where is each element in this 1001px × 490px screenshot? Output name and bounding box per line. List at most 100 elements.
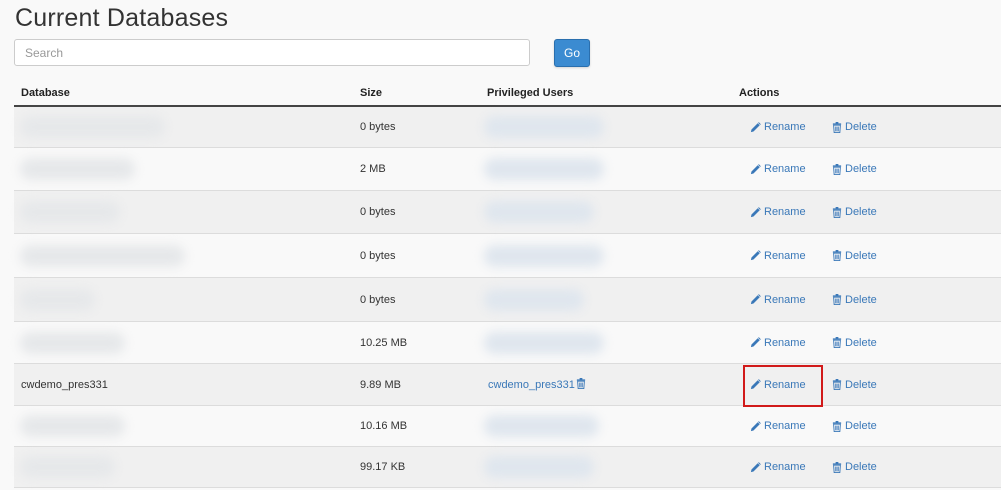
redacted-database-name [20,244,185,267]
rename-button[interactable]: Rename [750,163,806,175]
page-title: Current Databases [15,4,229,32]
trash-icon [832,379,842,390]
table-row: 10.25 MB Rename Delete [14,322,1001,364]
delete-button[interactable]: Delete [832,206,877,218]
database-size: 9.89 MB [360,378,401,391]
database-size: 0 bytes [360,293,396,306]
rename-button[interactable]: Rename [750,337,806,349]
delete-button[interactable]: Delete [832,294,877,306]
redacted-privileged-user [484,244,604,267]
pencil-icon [750,163,761,175]
rename-button[interactable]: Rename [750,379,806,391]
column-header-database[interactable]: Database [21,87,70,99]
database-size: 10.16 MB [360,420,408,432]
rename-label: Rename [764,293,806,306]
delete-label: Delete [845,461,877,473]
pencil-icon [750,250,761,261]
delete-button[interactable]: Delete [832,420,877,432]
trash-icon [832,337,842,348]
rename-button[interactable]: Rename [750,420,806,432]
delete-label: Delete [845,249,877,262]
database-size: 0 bytes [360,121,396,133]
rename-button[interactable]: Rename [750,294,806,306]
trash-icon [832,121,842,133]
delete-button[interactable]: Delete [832,379,877,391]
rename-label: Rename [764,461,806,473]
database-size: 0 bytes [360,206,396,218]
table-row: 0 bytes Rename Delete [14,278,1001,322]
pencil-icon [750,379,761,390]
database-size: 99.17 KB [360,461,406,473]
pencil-icon [750,337,761,348]
column-header-actions: Actions [739,87,780,99]
rename-label: Rename [764,206,806,218]
pencil-icon [750,294,761,305]
search-input[interactable] [14,39,530,66]
redacted-privileged-user [484,158,604,180]
rename-button[interactable]: Rename [750,121,806,133]
trash-icon[interactable] [576,377,586,392]
redacted-database-name [20,456,115,478]
column-header-privileged-users: Privileged Users [487,87,574,99]
database-name: cwdemo_pres331 [21,378,108,391]
rename-label: Rename [764,249,806,262]
delete-label: Delete [845,121,877,133]
redacted-database-name [20,158,135,180]
rename-button[interactable]: Rename [750,461,806,473]
delete-button[interactable]: Delete [832,250,877,262]
redacted-database-name [20,331,125,354]
column-header-size[interactable]: Size [360,87,382,99]
table-row: 0 bytes Rename Delete [14,234,1001,278]
rename-label: Rename [764,336,806,349]
redacted-database-name [20,201,120,223]
table-row: 10.16 MB Rename Delete [14,406,1001,447]
delete-button[interactable]: Delete [832,121,877,133]
redacted-privileged-user [484,331,604,354]
delete-label: Delete [845,378,877,391]
pencil-icon [750,461,761,473]
go-button[interactable]: Go [554,39,590,67]
redacted-privileged-user [484,288,584,311]
rename-button[interactable]: Rename [750,206,806,218]
delete-label: Delete [845,293,877,306]
delete-label: Delete [845,163,877,175]
trash-icon [832,206,842,218]
rename-label: Rename [764,163,806,175]
trash-icon [832,461,842,473]
redacted-privileged-user [484,456,594,478]
delete-label: Delete [845,336,877,349]
privileged-user-link[interactable]: cwdemo_pres331 [488,377,586,392]
database-size: 10.25 MB [360,336,408,349]
rename-button[interactable]: Rename [750,250,806,262]
table-row: cwdemo_pres331 9.89 MB cwdemo_pres331 Renam… [14,364,1001,406]
redacted-database-name [20,415,125,437]
redacted-privileged-user [484,415,599,437]
delete-button[interactable]: Delete [832,337,877,349]
redacted-database-name [20,288,95,311]
table-row: 0 bytes Rename Delete [14,107,1001,148]
rename-label: Rename [764,378,806,391]
table-row: 2 MB Rename Delete [14,148,1001,191]
delete-button[interactable]: Delete [832,163,877,175]
database-size: 0 bytes [360,249,396,262]
table-row: 0 bytes Rename Delete [14,191,1001,234]
trash-icon [832,163,842,175]
pencil-icon [750,206,761,218]
table-row: 99.17 KB Rename Delete [14,447,1001,488]
trash-icon [832,250,842,261]
redacted-privileged-user [484,116,604,138]
delete-label: Delete [845,206,877,218]
delete-label: Delete [845,420,877,432]
table-header: Database Size Privileged Users Actions [14,80,1001,107]
delete-button[interactable]: Delete [832,461,877,473]
privileged-user-name[interactable]: cwdemo_pres331 [488,379,575,391]
trash-icon [832,294,842,305]
databases-table: Database Size Privileged Users Actions 0… [14,80,1001,488]
database-size: 2 MB [360,163,386,175]
table-body: 0 bytes Rename Delete 2 MB Rename Delete 0 byt… [14,107,1001,488]
rename-label: Rename [764,121,806,133]
pencil-icon [750,420,761,432]
rename-label: Rename [764,420,806,432]
redacted-privileged-user [484,201,594,223]
redacted-database-name [20,116,165,138]
